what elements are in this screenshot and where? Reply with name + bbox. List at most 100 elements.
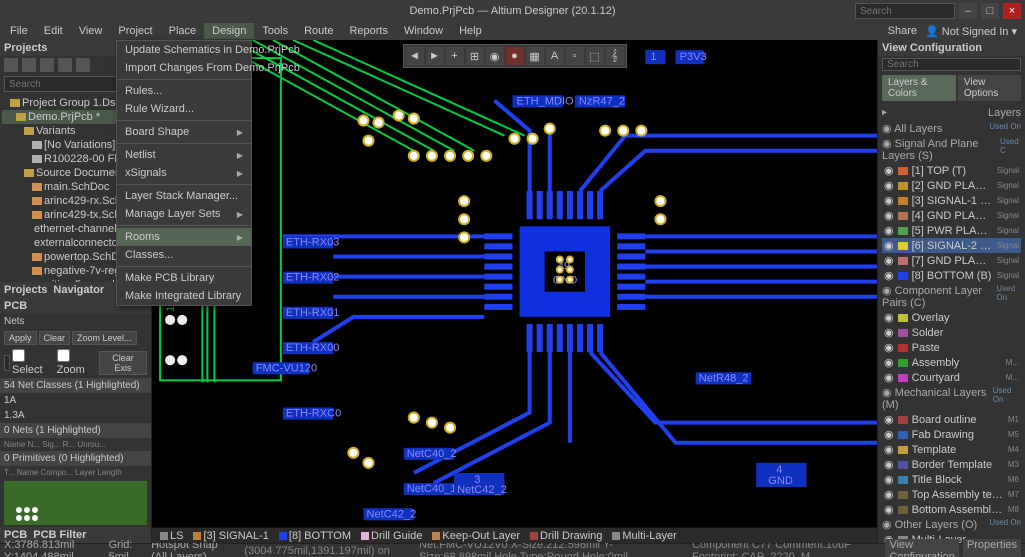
menu-view[interactable]: View xyxy=(71,23,111,39)
layer-row[interactable]: ◉[2] GND PLANE-1 (2)Signal xyxy=(882,178,1021,193)
menu-help[interactable]: Help xyxy=(451,23,490,39)
status-bar: X:3786.813mil Y:1404.488mil Grid: 5mil H… xyxy=(0,543,1025,557)
layer-row[interactable]: ◉[7] GND PLANE-3 (7)Signal xyxy=(882,253,1021,268)
layer-row[interactable]: ◉[6] SIGNAL-2 (6)Signal xyxy=(882,238,1021,253)
tool-icon[interactable]: ⊞ xyxy=(466,47,484,65)
menu-tools[interactable]: Tools xyxy=(254,23,296,39)
svg-text:1: 1 xyxy=(650,51,656,63)
minimize-button[interactable]: – xyxy=(959,3,977,19)
menuitem[interactable]: Board Shape▶ xyxy=(117,123,251,141)
menuitem[interactable]: Rule Wizard... xyxy=(117,100,251,118)
tool-icon[interactable]: ► xyxy=(426,47,444,65)
svg-text:FMC-VU120: FMC-VU120 xyxy=(256,362,317,374)
layer-tab[interactable]: Drill Drawing xyxy=(526,529,606,543)
menuitem[interactable]: Netlist▶ xyxy=(117,146,251,164)
menuitem[interactable]: Make PCB Library xyxy=(117,269,251,287)
tab-viewconfig[interactable]: View Configuration xyxy=(885,539,958,557)
menu-route[interactable]: Route xyxy=(296,23,341,39)
toolbar-icon[interactable] xyxy=(76,58,90,72)
layer-row[interactable]: ◉[3] SIGNAL-1 (3)Signal xyxy=(882,193,1021,208)
apply-button[interactable]: Apply xyxy=(4,331,37,345)
layer-row[interactable]: ◉[8] BOTTOM (B)Signal xyxy=(882,268,1021,283)
layer-row[interactable]: ◉AssemblyM... xyxy=(882,355,1021,370)
tool-icon[interactable]: ▦ xyxy=(526,47,544,65)
tool-icon[interactable]: ▫ xyxy=(566,47,584,65)
zoomlevel-button[interactable]: Zoom Level... xyxy=(72,331,137,345)
layer-tab[interactable]: [8] BOTTOM xyxy=(275,529,355,543)
toolbar-icon[interactable] xyxy=(4,58,18,72)
close-button[interactable]: × xyxy=(1003,3,1021,19)
clear-button[interactable]: Clear xyxy=(39,331,71,345)
viewconfig-search[interactable] xyxy=(882,58,1021,71)
menuitem[interactable]: Layer Stack Manager... xyxy=(117,187,251,205)
menuitem[interactable]: Make Integrated Library xyxy=(117,287,251,305)
menu-window[interactable]: Window xyxy=(396,23,451,39)
status-grid: Grid: 5mil xyxy=(109,539,140,557)
menu-design[interactable]: Design xyxy=(204,23,254,39)
signin[interactable]: 👤 Not Signed In ▾ xyxy=(925,25,1017,38)
layer-tab[interactable]: [3] SIGNAL-1 xyxy=(189,529,272,543)
layer-row[interactable]: ◉Top Assembly templateM7 xyxy=(882,487,1021,502)
menu-file[interactable]: File xyxy=(2,23,36,39)
clearexist-button[interactable]: Clear Exis xyxy=(99,351,147,375)
layer-row[interactable]: ◉CourtyardM... xyxy=(882,370,1021,385)
tool-icon[interactable]: ◄ xyxy=(406,47,424,65)
tab-layers-colors[interactable]: Layers & Colors xyxy=(882,75,956,101)
layer-row[interactable]: ◉Fab DrawingM5 xyxy=(882,427,1021,442)
layer-tab[interactable]: Multi-Layer xyxy=(608,529,680,543)
pcb-canvas[interactable]: ◄ ► + ⊞ ◉ ● ▦ A ▫ ⬚ 𝄞 1 : FMC-VU12 xyxy=(152,40,877,543)
layer-tab[interactable]: Drill Guide xyxy=(357,529,426,543)
toolbar-icon[interactable] xyxy=(58,58,72,72)
layer-row[interactable]: ◉Bottom Assembly templateM8 xyxy=(882,502,1021,517)
toolbar-icon[interactable] xyxy=(22,58,36,72)
menuitem[interactable]: Classes... xyxy=(117,246,251,264)
tool-icon[interactable]: A xyxy=(546,47,564,65)
tool-icon[interactable]: ◉ xyxy=(486,47,504,65)
maximize-button[interactable]: □ xyxy=(981,3,999,19)
tab-navigator[interactable]: Navigator xyxy=(53,284,104,296)
toolbar-icon[interactable] xyxy=(40,58,54,72)
normal-select[interactable]: Normal xyxy=(4,355,10,371)
titlebar-search[interactable] xyxy=(855,3,955,19)
menuitem[interactable]: xSignals▶ xyxy=(117,164,251,182)
layer-row[interactable]: ◉Title BlockM6 xyxy=(882,472,1021,487)
tool-icon[interactable]: ● xyxy=(506,47,524,65)
menu-reports[interactable]: Reports xyxy=(341,23,396,39)
menu-project[interactable]: Project xyxy=(110,23,160,39)
layer-row[interactable]: ◉Solder xyxy=(882,325,1021,340)
menuitem[interactable]: Import Changes From Demo.PrjPcb xyxy=(117,59,251,77)
layer-tabs[interactable]: LS[3] SIGNAL-1[8] BOTTOMDrill GuideKeep-… xyxy=(152,527,877,543)
canvas-toolbar[interactable]: ◄ ► + ⊞ ◉ ● ▦ A ▫ ⬚ 𝄞 xyxy=(403,44,627,68)
pcb-preview xyxy=(4,481,147,525)
menuitem[interactable]: Manage Layer Sets▶ xyxy=(117,205,251,223)
tab-view-options[interactable]: View Options xyxy=(958,75,1021,101)
layer-row[interactable]: ◉[5] PWR PLANE-1 (5)Signal xyxy=(882,223,1021,238)
layers-section: ▸ Layers xyxy=(882,105,1021,121)
share-button[interactable]: Share xyxy=(888,25,917,37)
design-menu-dropdown[interactable]: Update Schematics in Demo.PrjPcbImport C… xyxy=(116,40,252,306)
tool-icon[interactable]: ⬚ xyxy=(586,47,604,65)
layer-row[interactable]: ◉[4] GND PLANE-2 (4)Signal xyxy=(882,208,1021,223)
menu-place[interactable]: Place xyxy=(161,23,205,39)
menu-edit[interactable]: Edit xyxy=(36,23,71,39)
tool-icon[interactable]: + xyxy=(446,47,464,65)
menuitem[interactable]: Rules... xyxy=(117,82,251,100)
menuitem[interactable]: Rooms▶ xyxy=(117,228,251,246)
layer-row[interactable]: ◉[1] TOP (T)Signal xyxy=(882,163,1021,178)
zoom-check[interactable] xyxy=(57,349,70,362)
select-check[interactable] xyxy=(12,349,25,362)
layer-tab[interactable]: LS xyxy=(156,529,187,543)
layer-row[interactable]: ◉Board outlineM1 xyxy=(882,412,1021,427)
layer-row[interactable]: ◉Border TemplateM3 xyxy=(882,457,1021,472)
svg-text:NetC40_1: NetC40_1 xyxy=(407,483,457,495)
nets-hl: 0 Nets (1 Highlighted) xyxy=(0,423,151,438)
menuitem[interactable]: Update Schematics in Demo.PrjPcb xyxy=(117,41,251,59)
tab-projects[interactable]: Projects xyxy=(4,284,47,296)
layer-row[interactable]: ◉Paste xyxy=(882,340,1021,355)
layer-row[interactable]: ◉Overlay xyxy=(882,310,1021,325)
tab-properties[interactable]: Properties xyxy=(963,539,1021,557)
layer-row[interactable]: ◉TemplateM4 xyxy=(882,442,1021,457)
tool-icon[interactable]: 𝄞 xyxy=(606,47,624,65)
status-coord: X:3786.813mil Y:1404.488mil xyxy=(4,539,97,557)
layer-tab[interactable]: Keep-Out Layer xyxy=(428,529,524,543)
